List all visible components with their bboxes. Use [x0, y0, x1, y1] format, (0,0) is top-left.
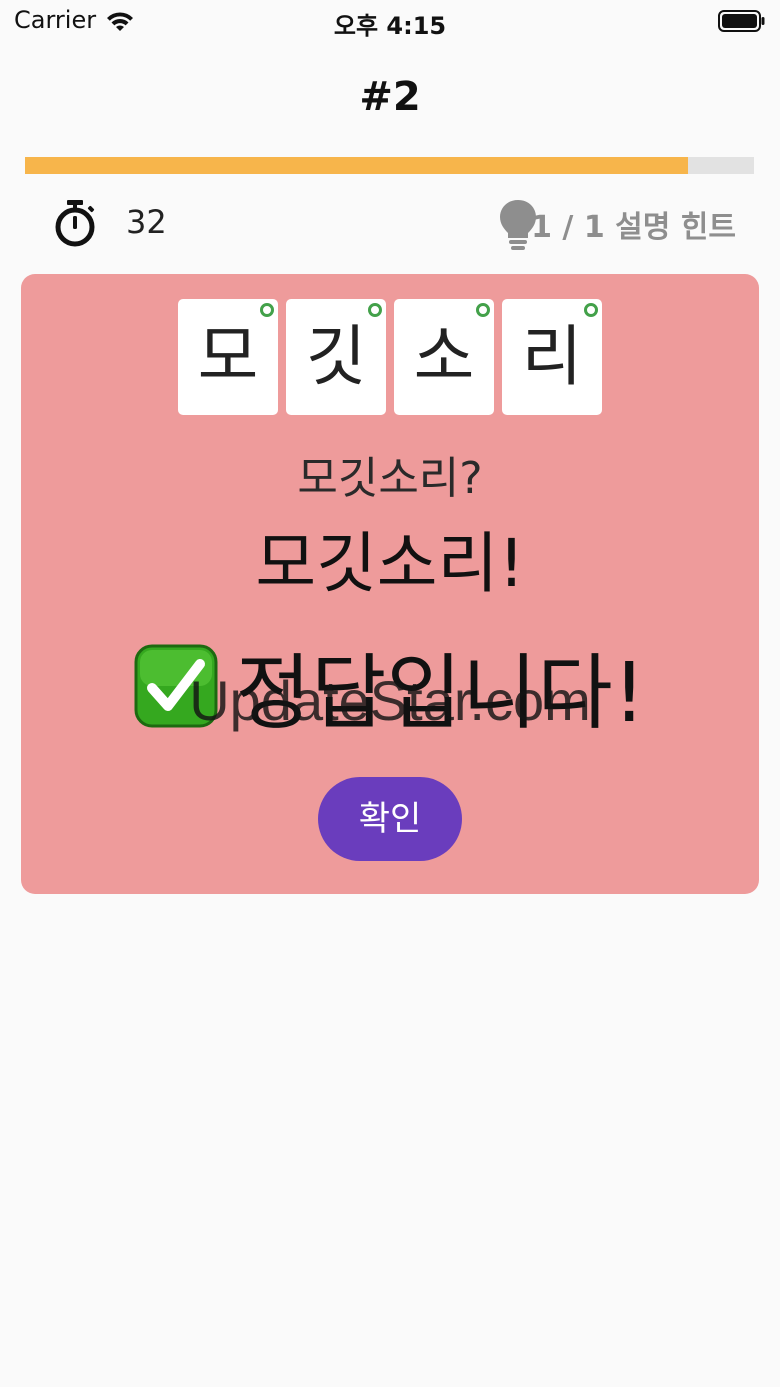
round-number-title: #2: [359, 74, 421, 120]
correct-answer-text: 모깃소리!: [255, 525, 525, 602]
user-guess-text: 모깃소리?: [297, 453, 483, 504]
status-bar: Carrier 오후 4:15: [0, 0, 780, 44]
tile-letter: 리: [521, 318, 583, 395]
correct-dot-icon: [260, 303, 274, 317]
tile-letter: 소: [413, 318, 475, 395]
tile-letter: 모: [197, 318, 259, 395]
battery-icon: [718, 10, 765, 32]
letter-tile: 리: [502, 299, 602, 415]
letter-tiles: 모 깃 소 리: [178, 299, 602, 415]
time-progress-fill: [25, 157, 689, 174]
correct-dot-icon: [584, 303, 598, 317]
tile-letter: 깃: [305, 318, 367, 395]
hint-counter[interactable]: 1 / 1 설명 힌트: [531, 202, 736, 246]
result-message: 정답입니다!: [235, 646, 646, 741]
time-progress-bar: [25, 157, 754, 174]
stopwatch-icon: [55, 200, 95, 247]
timer-value: 32: [126, 203, 167, 241]
letter-tile: 모: [178, 299, 278, 415]
correct-dot-icon: [368, 303, 382, 317]
status-time: 오후 4:15: [333, 12, 447, 40]
letter-tile: 깃: [286, 299, 386, 415]
result-row: 정답입니다!: [0, 626, 780, 741]
correct-dot-icon: [476, 303, 490, 317]
letter-tile: 소: [394, 299, 494, 415]
confirm-button[interactable]: 확인: [318, 777, 462, 861]
check-mark-icon: [134, 644, 218, 727]
